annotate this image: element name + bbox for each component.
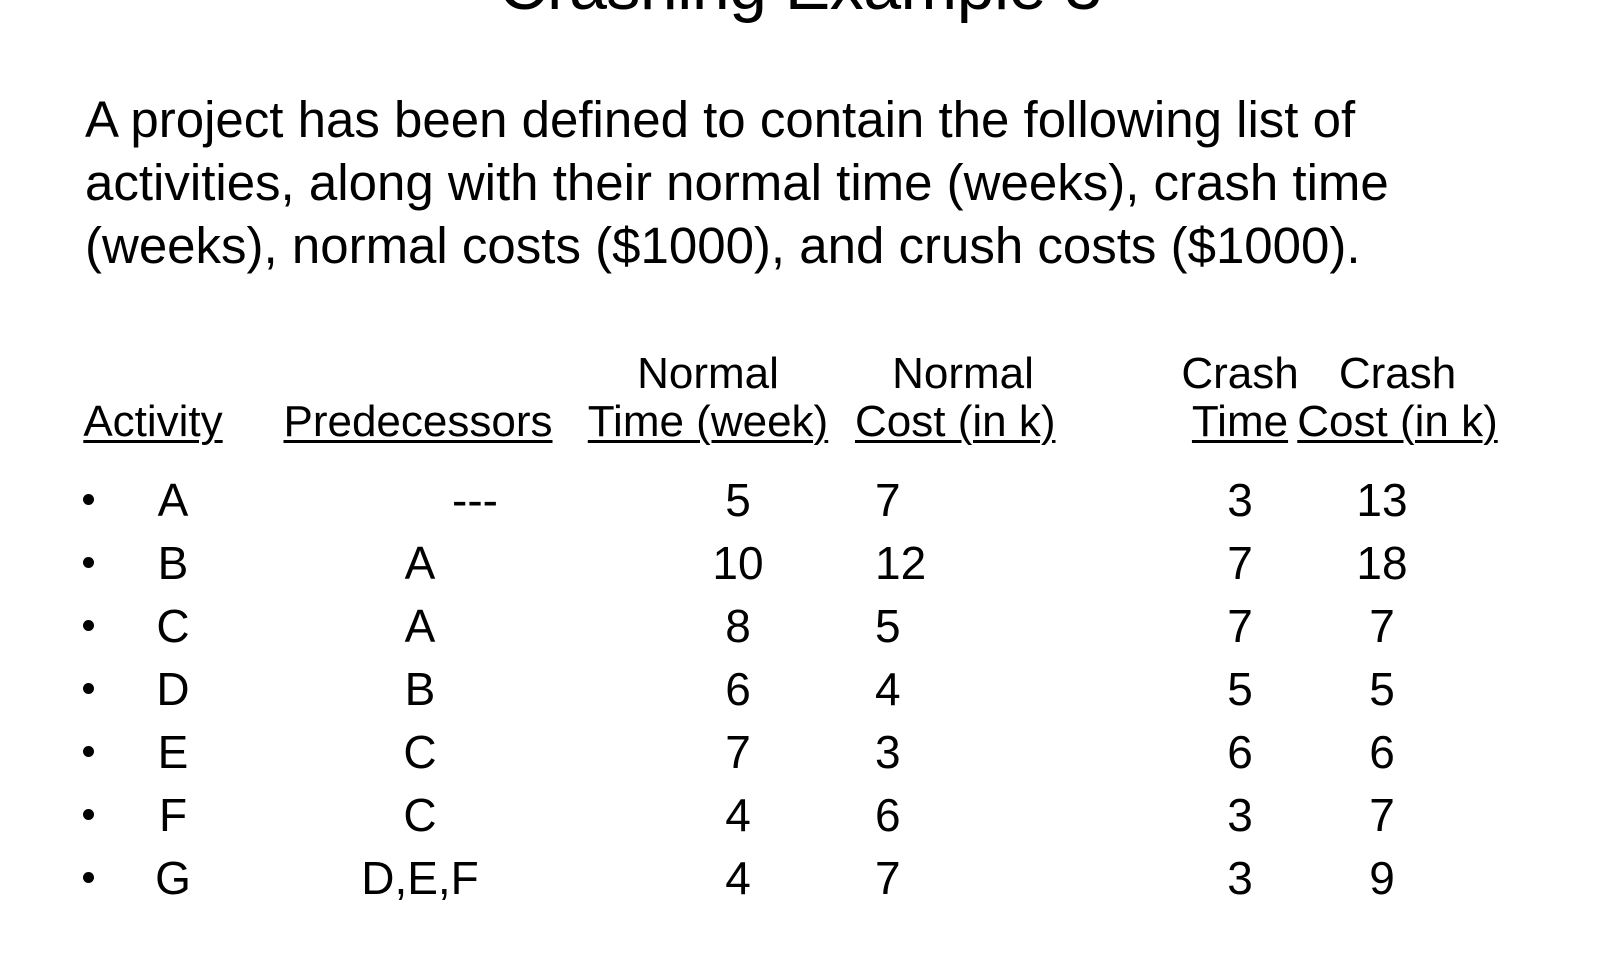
cell-crash-cost: 7 xyxy=(1369,789,1395,841)
cell-normal-time: 4 xyxy=(725,852,751,904)
cell-activity: D xyxy=(156,663,190,715)
bullet-icon xyxy=(83,872,94,883)
slide: Crashing Example 3 A project has been de… xyxy=(0,0,1600,964)
header-predecessors: Predecessors xyxy=(283,397,553,446)
cell-crash-time: 7 xyxy=(1227,600,1253,652)
cell-predecessors: --- xyxy=(452,474,498,526)
header-crash-cost: Cost (in k) xyxy=(1297,397,1498,446)
cell-crash-cost: 9 xyxy=(1369,852,1395,904)
table-row: E C 7 3 6 6 xyxy=(0,724,1600,787)
cell-predecessors: A xyxy=(404,537,436,589)
cell-normal-time: 8 xyxy=(725,600,751,652)
cell-predecessors: C xyxy=(403,726,437,778)
cell-normal-cost: 12 xyxy=(875,537,927,589)
cell-predecessors: B xyxy=(404,663,436,715)
activities-table: Normal Normal Crash Crash Activity Prede… xyxy=(0,350,1600,913)
cell-crash-time: 5 xyxy=(1227,663,1253,715)
table-row: B A 10 12 7 18 xyxy=(0,535,1600,598)
cell-activity: E xyxy=(157,726,189,778)
header-normal-time: Time (week) xyxy=(587,397,829,446)
bullet-icon xyxy=(83,809,94,820)
table-body: A --- 5 7 3 13 B A 10 12 7 18 C A 8 5 7 7 D B 6 4 5 5 E C 7 3 6 6 F C 4 6… xyxy=(0,472,1600,913)
cell-crash-cost: 5 xyxy=(1369,663,1395,715)
table-row: D B 6 4 5 5 xyxy=(0,661,1600,724)
header-activity: Activity xyxy=(83,397,223,446)
cell-normal-cost: 5 xyxy=(875,600,901,652)
bullet-icon xyxy=(83,746,94,757)
cell-crash-cost: 7 xyxy=(1369,600,1395,652)
cell-normal-time: 5 xyxy=(725,474,751,526)
page-title: Crashing Example 3 xyxy=(0,0,1600,20)
header-normal-cost-line1: Normal xyxy=(892,349,1034,398)
header-normal-cost: Cost (in k) xyxy=(855,397,1056,446)
cell-crash-time: 3 xyxy=(1227,852,1253,904)
table-header-top-row: Normal Normal Crash Crash xyxy=(0,350,1600,398)
table-row: F C 4 6 3 7 xyxy=(0,787,1600,850)
cell-crash-time: 7 xyxy=(1227,537,1253,589)
table-row: C A 8 5 7 7 xyxy=(0,598,1600,661)
intro-paragraph: A project has been defined to contain th… xyxy=(85,91,1389,274)
cell-activity: F xyxy=(158,789,188,841)
cell-activity: G xyxy=(155,852,191,904)
cell-normal-cost: 7 xyxy=(875,474,901,526)
cell-predecessors: D,E,F xyxy=(361,852,479,904)
cell-crash-cost: 6 xyxy=(1369,726,1395,778)
cell-crash-time: 3 xyxy=(1227,474,1253,526)
cell-normal-cost: 4 xyxy=(875,663,901,715)
cell-normal-time: 4 xyxy=(725,789,751,841)
cell-predecessors: A xyxy=(404,600,436,652)
cell-normal-cost: 3 xyxy=(875,726,901,778)
cell-normal-time: 7 xyxy=(725,726,751,778)
cell-crash-cost: 18 xyxy=(1356,537,1408,589)
header-normal-time-line1: Normal xyxy=(637,349,779,398)
cell-normal-time: 10 xyxy=(712,537,764,589)
cell-normal-time: 6 xyxy=(725,663,751,715)
cell-crash-time: 6 xyxy=(1227,726,1253,778)
cell-normal-cost: 7 xyxy=(875,852,901,904)
cell-activity: B xyxy=(157,537,189,589)
cell-normal-cost: 6 xyxy=(875,789,901,841)
bullet-icon xyxy=(83,683,94,694)
table-row: A --- 5 7 3 13 xyxy=(0,472,1600,535)
cell-predecessors: C xyxy=(403,789,437,841)
bullet-icon xyxy=(83,494,94,505)
cell-activity: C xyxy=(156,600,190,652)
bullet-icon xyxy=(83,620,94,631)
cell-crash-time: 3 xyxy=(1227,789,1253,841)
header-crash-cost-line1: Crash xyxy=(1338,349,1457,398)
table-row: G D,E,F 4 7 3 9 xyxy=(0,850,1600,913)
cell-crash-cost: 13 xyxy=(1356,474,1408,526)
table-header-bottom-row: Activity Predecessors Time (week) Cost (… xyxy=(0,398,1600,464)
cell-activity: A xyxy=(157,474,189,526)
bullet-icon xyxy=(83,557,94,568)
